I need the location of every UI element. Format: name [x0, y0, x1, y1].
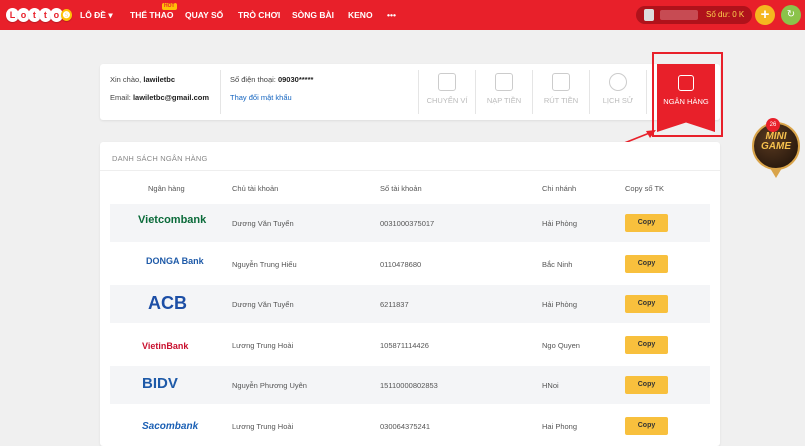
bank-logo-vietcombank: Vietcombank — [138, 214, 207, 226]
account-cell: 15110000802853 — [380, 381, 438, 390]
copy-button[interactable]: Copy — [625, 336, 668, 354]
column-header: Chủ tài khoản — [232, 184, 279, 193]
mini-game-tip — [770, 168, 782, 178]
account-cell: 0031000375017 — [380, 219, 435, 228]
column-header: Ngân hàng — [148, 184, 185, 193]
owner-cell: Nguyễn Trung Hiếu — [232, 260, 297, 269]
account-cell: 6211837 — [380, 300, 409, 309]
divider — [100, 170, 720, 171]
branch-cell: Hải Phòng — [542, 300, 578, 309]
column-header: Số tài khoản — [380, 184, 422, 193]
branch-cell: Hai Phong — [542, 422, 578, 431]
bank-logo-bidv: BIDV — [142, 375, 178, 392]
column-header: Chi nhánh — [542, 184, 577, 193]
copy-button[interactable]: Copy — [625, 295, 668, 313]
copy-button[interactable]: Copy — [625, 214, 668, 232]
owner-cell: Dương Văn Tuyển — [232, 219, 294, 228]
branch-cell: Hải Phòng — [542, 219, 578, 228]
copy-button[interactable]: Copy — [625, 255, 668, 273]
table-row — [110, 285, 710, 323]
owner-cell: Lương Trung Hoài — [232, 422, 294, 431]
owner-cell: Lương Trung Hoài — [232, 341, 294, 350]
copy-button[interactable]: Copy — [625, 376, 668, 394]
branch-cell: Ngo Quyen — [542, 341, 580, 350]
column-header: Copy số TK — [625, 184, 665, 193]
owner-cell: Nguyễn Phương Uyên — [232, 381, 307, 390]
account-cell: 105871114426 — [380, 341, 429, 350]
owner-cell: Dương Văn Tuyển — [232, 300, 294, 309]
bank-list-title: DANH SÁCH NGÂN HÀNG — [112, 154, 208, 163]
branch-cell: HNoi — [542, 381, 559, 390]
copy-button[interactable]: Copy — [625, 417, 668, 435]
account-cell: 030064375241 — [380, 422, 431, 431]
mini-game-badge: 26 — [766, 118, 780, 132]
bank-logo-donga: DONGA Bank — [146, 256, 204, 266]
branch-cell: Bắc Ninh — [542, 260, 573, 269]
bank-logo-sacombank: Sacombank — [142, 421, 199, 432]
bank-logo-acb: ACB — [148, 293, 187, 313]
bank-logo-vietinbank: VietinBank — [142, 341, 189, 351]
mini-game-label: MINI GAME — [761, 131, 791, 152]
account-cell: 0110478680 — [380, 260, 422, 269]
mini-game-widget[interactable]: 26 MINI GAME — [750, 118, 802, 180]
